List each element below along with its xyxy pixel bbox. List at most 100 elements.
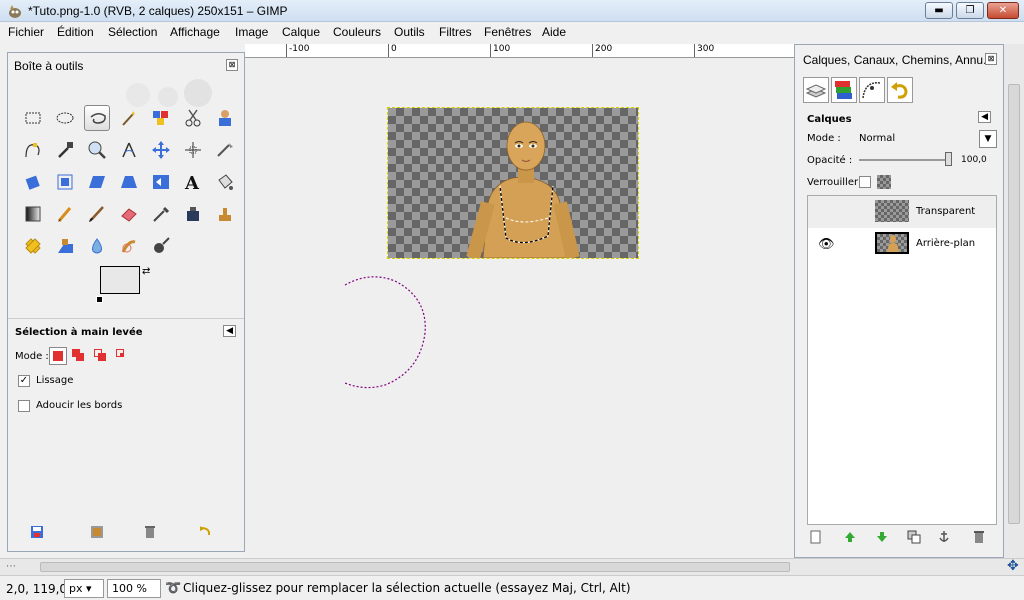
airbrush-icon[interactable] [148,201,174,227]
horizontal-scrollbar[interactable]: ⋯ [0,558,1024,575]
rect-select-icon[interactable] [20,105,46,131]
scissors-select-icon[interactable] [180,105,206,131]
menu-affichage[interactable]: Affichage [170,25,220,39]
opacity-value[interactable]: 100,0 [961,155,987,165]
ellipse-select-icon[interactable] [52,105,78,131]
horizontal-scroll-thumb[interactable] [40,562,790,572]
eraser-icon[interactable] [116,201,142,227]
menu-selection[interactable]: Sélection [108,25,157,39]
clone-icon[interactable] [212,201,238,227]
text-icon[interactable]: A [180,169,206,195]
zoom-icon[interactable] [84,137,110,163]
lock-alpha-checkbox[interactable] [859,176,871,188]
tab-channels[interactable] [831,77,857,103]
perspective-icon[interactable] [116,169,142,195]
fg-bg-colors[interactable]: ⇄ [96,266,156,311]
layer-name: Transparent [916,206,976,217]
smoothing-checkbox[interactable]: ✓ [18,375,30,387]
flip-icon[interactable] [148,169,174,195]
restore-options-icon[interactable] [90,525,104,539]
heal-icon[interactable] [20,233,46,259]
color-picker-icon[interactable] [52,137,78,163]
tool-options-menu-icon[interactable]: ◀ [223,325,236,337]
default-colors-icon[interactable] [96,296,103,303]
menu-bar: Fichier Édition Sélection Affichage Imag… [0,22,1024,44]
perspective-clone-icon[interactable] [52,233,78,259]
swap-colors-icon[interactable]: ⇄ [142,266,150,277]
close-button[interactable]: ✕ [987,2,1019,19]
rotate-icon[interactable] [20,169,46,195]
feather-label: Adoucir les bords [36,400,123,411]
quick-mask-icon[interactable]: ⋯ [6,561,16,572]
minimize-button[interactable]: ▬ [925,2,953,19]
vertical-scrollbar[interactable] [1004,44,1024,558]
toolbox-close-icon[interactable]: ⊠ [226,59,238,71]
paintbrush-icon[interactable] [84,201,110,227]
new-layer-icon[interactable] [809,530,823,544]
save-options-icon[interactable] [30,525,44,539]
opacity-slider[interactable] [859,159,949,161]
align-icon[interactable] [180,137,206,163]
mode-add-button[interactable] [72,349,86,363]
menu-aide[interactable]: Aide [542,25,566,39]
anchor-layer-icon[interactable] [937,530,951,544]
dodge-burn-icon[interactable] [148,233,174,259]
tool-options-title: Sélection à main levée [15,327,143,338]
vertical-scroll-thumb[interactable] [1008,84,1020,524]
unit-selector[interactable]: px ▾ [64,579,104,598]
menu-fichier[interactable]: Fichier [8,25,44,39]
crop-icon[interactable] [212,137,238,163]
blur-icon[interactable] [84,233,110,259]
fuzzy-select-icon[interactable] [116,105,142,131]
canvas-area[interactable] [245,58,794,558]
layer-mode-value[interactable]: Normal [859,133,895,144]
menu-fenetres[interactable]: Fenêtres [484,25,531,39]
paths-icon[interactable] [20,137,46,163]
mode-dropdown-icon[interactable]: ▼ [979,130,997,148]
layer-row-transparent[interactable]: Transparent [808,196,996,228]
tab-paths[interactable] [859,77,885,103]
reset-options-icon[interactable] [198,525,212,539]
feather-checkbox[interactable] [18,400,30,412]
smudge-icon[interactable] [116,233,142,259]
tab-undo-history[interactable] [887,77,913,103]
menu-image[interactable]: Image [235,25,268,39]
menu-couleurs[interactable]: Couleurs [333,25,381,39]
image-canvas[interactable] [387,107,639,259]
navigate-icon[interactable]: ✥ [1007,558,1019,574]
shear-icon[interactable] [84,169,110,195]
mode-replace-button[interactable] [49,347,67,365]
menu-calque[interactable]: Calque [282,25,320,39]
lock-label: Verrouiller : [807,177,865,188]
opacity-slider-handle[interactable] [945,152,952,166]
menu-edition[interactable]: Édition [57,25,94,39]
raise-layer-icon[interactable] [843,530,857,544]
foreground-select-icon[interactable] [212,105,238,131]
menu-filtres[interactable]: Filtres [439,25,472,39]
tab-layers[interactable] [803,77,829,103]
scale-icon[interactable] [52,169,78,195]
bucket-fill-icon[interactable] [212,169,238,195]
measure-icon[interactable] [116,137,142,163]
lower-layer-icon[interactable] [875,530,889,544]
mode-intersect-button[interactable] [116,349,130,363]
dock-close-icon[interactable]: ⊠ [985,53,997,65]
layers-menu-icon[interactable]: ◀ [978,111,991,123]
blend-icon[interactable] [20,201,46,227]
eye-visibility-icon[interactable]: 👁 [818,237,835,252]
move-icon[interactable] [148,137,174,163]
layer-row-background[interactable]: 👁 Arrière-plan [808,228,996,260]
zoom-selector[interactable]: 100 % [107,579,161,598]
maximize-button[interactable]: ❐ [956,2,984,19]
free-select-icon[interactable] [84,105,110,131]
menu-outils[interactable]: Outils [394,25,425,39]
ink-icon[interactable] [180,201,206,227]
duplicate-layer-icon[interactable] [907,530,921,544]
horizontal-ruler: -100 0 100 200 300 [245,44,794,58]
delete-layer-icon[interactable] [972,530,986,544]
by-color-select-icon[interactable] [148,105,174,131]
pencil-icon[interactable] [52,201,78,227]
mode-subtract-button[interactable] [94,349,108,363]
foreground-color-swatch[interactable] [100,266,140,294]
delete-options-icon[interactable] [143,525,157,539]
